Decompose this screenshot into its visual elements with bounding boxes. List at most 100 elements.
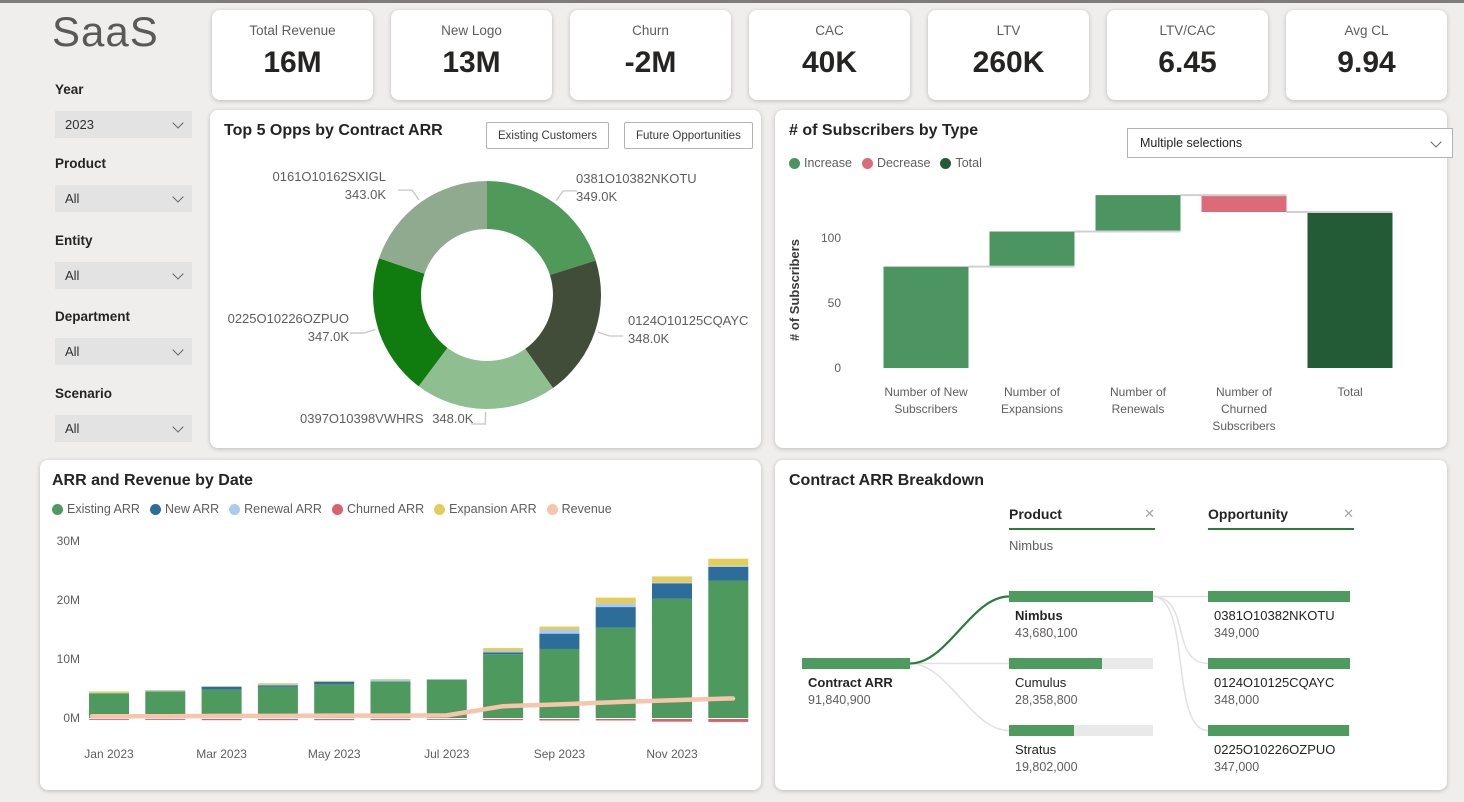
year-dropdown[interactable]: 2023 — [55, 111, 192, 138]
panel-title: Contract ARR Breakdown — [789, 472, 984, 490]
entity-dropdown-value: All — [65, 268, 79, 283]
donut-label: 0397O10398VWHRS 348.0K — [300, 410, 478, 428]
svg-text:# of Subscribers: # of Subscribers — [787, 239, 802, 341]
svg-text:Number ofRenewals: Number ofRenewals — [1110, 385, 1167, 416]
close-icon[interactable]: ✕ — [1343, 506, 1354, 522]
tree-node-stratus[interactable]: Stratus 19,802,000 — [1009, 725, 1153, 774]
chevron-down-icon — [172, 117, 183, 128]
future-opportunities-button[interactable]: Future Opportunities — [624, 122, 753, 149]
chevron-down-icon — [172, 421, 183, 432]
tree-node-nimbus[interactable]: Nimbus 43,680,100 — [1009, 591, 1153, 640]
svg-text:100: 100 — [821, 231, 841, 245]
kpi-label: Avg CL — [1286, 23, 1447, 38]
scenario-dropdown-value: All — [65, 421, 79, 436]
filter-entity: Entity All — [55, 233, 192, 289]
panel-title: Top 5 Opps by Contract ARR — [224, 122, 443, 140]
filter-year: Year 2023 — [55, 82, 192, 138]
svg-text:20M: 20M — [57, 593, 80, 607]
tree-node-opportunity-1[interactable]: 0381O10382NKOTU 349,000 — [1208, 591, 1350, 640]
svg-text:Number of NewSubscribers: Number of NewSubscribers — [884, 385, 968, 416]
panel-top5-opps: Top 5 Opps by Contract ARR Existing Cust… — [210, 110, 761, 448]
kpi-label: LTV — [928, 23, 1089, 38]
waterfall-legend: Increase Decrease Total — [789, 156, 992, 170]
donut-label: 0161O10162SXIGL 343.0K — [273, 168, 386, 205]
svg-text:Number ofChurnedSubscribers: Number ofChurnedSubscribers — [1212, 385, 1275, 433]
kpi-card-ltv-cac: LTV/CAC 6.45 — [1107, 10, 1268, 100]
scenario-dropdown[interactable]: All — [55, 415, 192, 442]
svg-text:Mar 2023: Mar 2023 — [196, 747, 247, 761]
arr-legend: Existing ARR New ARR Renewal ARR Churned… — [52, 502, 622, 516]
svg-text:0: 0 — [834, 361, 841, 375]
svg-text:Total: Total — [1337, 385, 1362, 399]
product-dropdown-value: All — [65, 191, 79, 206]
svg-text:Nov 2023: Nov 2023 — [646, 747, 698, 761]
chevron-down-icon — [1430, 136, 1441, 147]
chevron-down-icon — [172, 268, 183, 279]
new-arr-legend-dot — [150, 504, 161, 515]
entity-dropdown[interactable]: All — [55, 262, 192, 289]
panel-title: # of Subscribers by Type — [789, 122, 978, 140]
svg-text:10M: 10M — [57, 652, 80, 666]
svg-text:Jan 2023: Jan 2023 — [84, 747, 134, 761]
tree-node-contract-arr[interactable]: Contract ARR 91,840,900 — [802, 658, 910, 707]
svg-text:30M: 30M — [57, 534, 80, 548]
svg-text:Sep 2023: Sep 2023 — [534, 747, 586, 761]
decomp-level-product[interactable]: Product ✕ — [1009, 506, 1155, 530]
panel-subscribers-by-type: 0 50 100 # of Subscribers Number of NewSubsc… — [775, 110, 1447, 448]
kpi-card-total-revenue: Total Revenue 16M — [212, 10, 373, 100]
kpi-value: 260K — [928, 46, 1089, 80]
dashboard-page: SaaS Year 2023 Product All Entity All De… — [0, 0, 1464, 802]
panel-contract-arr-breakdown: Contract ARR Breakdown Product ✕ Opportu… — [775, 460, 1447, 790]
donut-label: 0225O10226OZPUO 347.0K — [228, 310, 349, 347]
chevron-down-icon — [172, 191, 183, 202]
filter-label: Entity — [55, 233, 192, 255]
decomp-level-opportunity[interactable]: Opportunity ✕ — [1208, 506, 1354, 530]
renewal-arr-legend-dot — [229, 504, 240, 515]
department-dropdown-value: All — [65, 344, 79, 359]
kpi-value: 16M — [212, 46, 373, 80]
selected-product-value: Nimbus — [1009, 538, 1053, 553]
svg-text:Number ofExpansions: Number ofExpansions — [1001, 385, 1063, 416]
svg-text:Jul 2023: Jul 2023 — [424, 747, 470, 761]
donut-label: 0381O10382NKOTU 349.0K — [576, 170, 697, 207]
svg-text:May 2023: May 2023 — [308, 747, 361, 761]
chevron-down-icon — [172, 344, 183, 355]
product-dropdown[interactable]: All — [55, 185, 192, 212]
expansion-arr-legend-dot — [434, 504, 445, 515]
department-dropdown[interactable]: All — [55, 338, 192, 365]
close-icon[interactable]: ✕ — [1144, 506, 1155, 522]
kpi-label: CAC — [749, 23, 910, 38]
kpi-card-new-logo: New Logo 13M — [391, 10, 552, 100]
filter-scenario: Scenario All — [55, 386, 192, 442]
kpi-label: LTV/CAC — [1107, 23, 1268, 38]
tree-node-cumulus[interactable]: Cumulus 28,358,800 — [1009, 658, 1153, 707]
page-title: SaaS — [52, 8, 159, 56]
revenue-legend-dot — [547, 504, 558, 515]
multiple-selections-dropdown[interactable]: Multiple selections — [1127, 128, 1453, 158]
tree-node-opportunity-2[interactable]: 0124O10125CQAYC 348,000 — [1208, 658, 1350, 707]
kpi-label: New Logo — [391, 23, 552, 38]
decrease-legend-dot — [862, 158, 873, 169]
existing-customers-button[interactable]: Existing Customers — [486, 122, 609, 149]
existing-arr-legend-dot — [52, 504, 63, 515]
kpi-card-cac: CAC 40K — [749, 10, 910, 100]
donut-chart[interactable] — [210, 110, 761, 448]
filter-label: Year — [55, 82, 192, 104]
filter-department: Department All — [55, 309, 192, 365]
filter-product: Product All — [55, 156, 192, 212]
kpi-card-churn: Churn -2M — [570, 10, 731, 100]
top-divider — [0, 0, 1464, 3]
kpi-card-ltv: LTV 260K — [928, 10, 1089, 100]
svg-text:50: 50 — [828, 296, 842, 310]
kpi-value: 40K — [749, 46, 910, 80]
total-legend-dot — [940, 158, 951, 169]
churned-arr-legend-dot — [332, 504, 343, 515]
panel-title: ARR and Revenue by Date — [52, 472, 253, 490]
kpi-value: 6.45 — [1107, 46, 1268, 80]
filter-label: Scenario — [55, 386, 192, 408]
filter-label: Department — [55, 309, 192, 331]
tree-node-opportunity-3[interactable]: 0225O10226OZPUO 347,000 — [1208, 725, 1350, 774]
year-dropdown-value: 2023 — [65, 117, 94, 132]
kpi-card-avg-cl: Avg CL 9.94 — [1286, 10, 1447, 100]
svg-text:0M: 0M — [63, 711, 80, 725]
